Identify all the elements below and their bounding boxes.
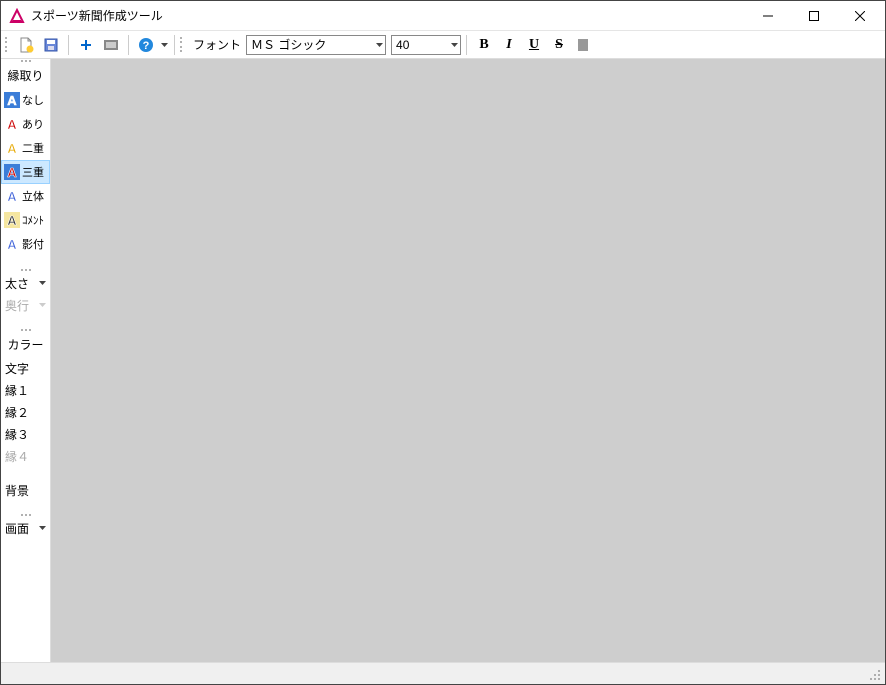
close-button[interactable] xyxy=(837,1,883,31)
underline-button[interactable]: U xyxy=(522,33,546,57)
new-file-button[interactable] xyxy=(14,33,38,57)
svg-text:A: A xyxy=(7,117,17,132)
edge-color-list: 縁１ 縁２ 縁３ 縁４ xyxy=(1,379,50,467)
svg-text:A: A xyxy=(7,165,17,180)
maximize-icon xyxy=(809,11,819,21)
maximize-button[interactable] xyxy=(791,1,837,31)
outline-header: 縁取り xyxy=(1,63,50,88)
edge-color-option[interactable]: 縁３ xyxy=(1,423,50,445)
separator xyxy=(466,35,467,55)
style-label: 三重 xyxy=(22,164,44,180)
chevron-down-icon xyxy=(161,43,168,47)
screen-option[interactable]: 画面 xyxy=(1,517,50,539)
outline-style-list: A なし A あり A 二重 A 三重 A 立体 A ｺﾒﾝﾄ A 影付 xyxy=(1,88,50,256)
style-letter-icon: A xyxy=(4,92,20,108)
toolbar-grip[interactable] xyxy=(180,36,186,54)
plus-icon xyxy=(79,38,93,52)
style-letter-icon: A xyxy=(4,164,20,180)
window-title: スポーツ新聞作成ツール xyxy=(31,7,745,24)
svg-text:A: A xyxy=(7,93,17,108)
new-file-icon xyxy=(18,37,34,53)
vertical-text-icon xyxy=(576,37,592,53)
style-letter-icon: A xyxy=(4,140,20,156)
save-button[interactable] xyxy=(39,33,63,57)
chevron-down-icon xyxy=(39,303,46,307)
save-icon xyxy=(43,37,59,53)
edge-label: 縁３ xyxy=(5,426,29,443)
font-size-value: 40 xyxy=(396,38,409,52)
negative-icon xyxy=(103,37,119,53)
color-header: カラー xyxy=(1,332,50,357)
svg-text:A: A xyxy=(7,237,17,252)
chevron-down-icon xyxy=(451,43,458,47)
edge-color-option[interactable]: 縁１ xyxy=(1,379,50,401)
separator xyxy=(128,35,129,55)
statusbar xyxy=(1,662,885,684)
body-area: 縁取り A なし A あり A 二重 A 三重 A 立体 A ｺﾒﾝﾄ A 影付 太さ 奥行 カラー 文字… xyxy=(1,59,885,662)
style-label: あり xyxy=(22,116,44,132)
font-label: フォント xyxy=(189,36,245,53)
background-option[interactable]: 背景 xyxy=(1,479,50,501)
outline-style-item[interactable]: A ｺﾒﾝﾄ xyxy=(1,208,50,232)
add-button[interactable] xyxy=(74,33,98,57)
depth-option: 奥行 xyxy=(1,294,50,316)
app-window: スポーツ新聞作成ツール xyxy=(0,0,886,685)
edge-color-option[interactable]: 縁２ xyxy=(1,401,50,423)
edge-label: 縁２ xyxy=(5,404,29,421)
separator xyxy=(174,35,175,55)
style-label: 二重 xyxy=(22,140,44,156)
negative-button[interactable] xyxy=(99,33,123,57)
strikethrough-button[interactable]: S xyxy=(547,33,571,57)
help-icon: ? xyxy=(138,37,154,53)
font-value: ＭＳ ゴシック xyxy=(251,36,326,53)
chevron-down-icon xyxy=(376,43,383,47)
italic-button[interactable]: I xyxy=(497,33,521,57)
thickness-option[interactable]: 太さ xyxy=(1,272,50,294)
svg-text:A: A xyxy=(7,141,17,156)
canvas-area[interactable] xyxy=(51,59,885,662)
style-label: 影付 xyxy=(22,236,44,252)
edge-color-option: 縁４ xyxy=(1,445,50,467)
window-controls xyxy=(745,1,883,31)
style-letter-icon: A xyxy=(4,212,20,228)
outline-style-item[interactable]: A 立体 xyxy=(1,184,50,208)
edge-label: 縁４ xyxy=(5,448,29,465)
style-label: ｺﾒﾝﾄ xyxy=(22,212,44,228)
vertical-text-button[interactable] xyxy=(572,33,596,57)
edge-label: 縁１ xyxy=(5,382,29,399)
help-dropdown[interactable] xyxy=(159,43,169,47)
svg-text:?: ? xyxy=(143,40,150,52)
main-toolbar: ? フォント ＭＳ ゴシック 40 B I U S xyxy=(1,31,885,59)
style-label: なし xyxy=(22,92,44,108)
app-icon xyxy=(9,8,25,24)
close-icon xyxy=(855,11,865,21)
minimize-button[interactable] xyxy=(745,1,791,31)
style-letter-icon: A xyxy=(4,188,20,204)
outline-style-item[interactable]: A 三重 xyxy=(1,160,50,184)
svg-text:A: A xyxy=(7,189,17,204)
outline-style-item[interactable]: A 影付 xyxy=(1,232,50,256)
font-selector[interactable]: ＭＳ ゴシック xyxy=(246,35,386,55)
outline-style-item[interactable]: A なし xyxy=(1,88,50,112)
minimize-icon xyxy=(763,11,773,21)
titlebar: スポーツ新聞作成ツール xyxy=(1,1,885,31)
style-letter-icon: A xyxy=(4,236,20,252)
style-letter-icon: A xyxy=(4,116,20,132)
font-size-selector[interactable]: 40 xyxy=(391,35,461,55)
svg-text:A: A xyxy=(7,213,17,228)
style-label: 立体 xyxy=(22,188,44,204)
help-button[interactable]: ? xyxy=(134,33,158,57)
toolbar-grip[interactable] xyxy=(5,36,11,54)
outline-style-item[interactable]: A 二重 xyxy=(1,136,50,160)
bold-button[interactable]: B xyxy=(472,33,496,57)
chevron-down-icon xyxy=(39,526,46,530)
chevron-down-icon xyxy=(39,281,46,285)
separator xyxy=(68,35,69,55)
resize-grip-icon[interactable] xyxy=(867,667,881,681)
text-color-option[interactable]: 文字 xyxy=(1,357,50,379)
outline-style-item[interactable]: A あり xyxy=(1,112,50,136)
sidebar: 縁取り A なし A あり A 二重 A 三重 A 立体 A ｺﾒﾝﾄ A 影付 太さ 奥行 カラー 文字… xyxy=(1,59,51,662)
